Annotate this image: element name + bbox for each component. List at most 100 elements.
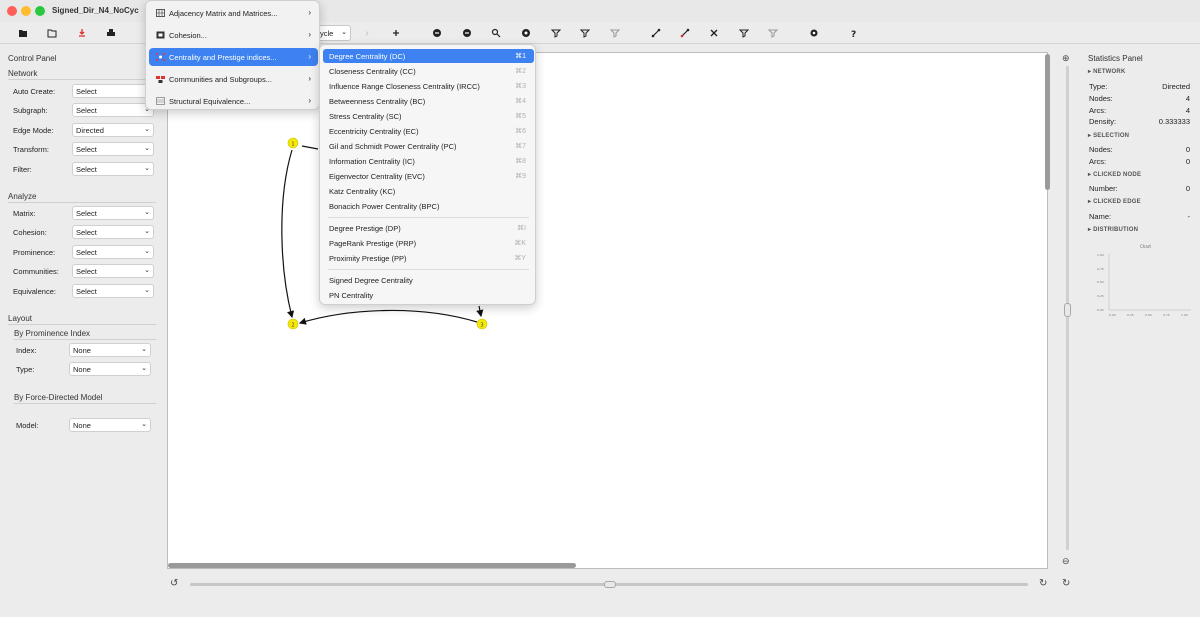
menu-item-pagerank-prestige[interactable]: PageRank Prestige (PRP) ⌘K: [323, 236, 534, 250]
save-button[interactable]: [74, 25, 90, 41]
menu-item-degree-prestige[interactable]: Degree Prestige (DP) ⌘I: [323, 221, 534, 235]
menu-item-katz-centrality[interactable]: Katz Centrality (KC): [323, 184, 534, 198]
distribution-heading: ▸ DISTRIBUTION: [1088, 227, 1139, 233]
menu-item-proximity-prestige[interactable]: Proximity Prestige (PP) ⌘Y: [323, 251, 534, 265]
edge-icon: [680, 28, 690, 38]
remove-node-button[interactable]: [429, 25, 445, 41]
chevron-right-icon: ›: [308, 8, 311, 17]
print-button[interactable]: [103, 25, 119, 41]
menu-item-pn-centrality[interactable]: PN Centrality: [323, 288, 534, 302]
open-file-button[interactable]: [44, 25, 60, 41]
find-node-button[interactable]: [488, 25, 504, 41]
y-tick-label: 0.50: [1097, 280, 1104, 284]
menu-item-stress-centrality[interactable]: Stress Centrality (SC) ⌘5: [323, 109, 534, 123]
reset-icon[interactable]: ↻: [1062, 578, 1070, 589]
layout-cycle-select[interactable]: ycle ⌄: [315, 25, 351, 41]
menu-item-label: Influence Range Closeness Centrality (IR…: [329, 82, 480, 91]
cohesion-select[interactable]: Select ⌄: [72, 225, 154, 239]
transform-select[interactable]: Select ⌄: [72, 142, 154, 156]
menu-item-centrality-prestige[interactable]: Centrality and Prestige indices... ›: [149, 48, 318, 66]
graph-canvas[interactable]: [167, 52, 1048, 569]
canvas-vertical-scrollbar[interactable]: [1045, 52, 1051, 569]
rotation-slider-knob[interactable]: [604, 581, 616, 588]
filter-nodes-button[interactable]: [548, 25, 564, 41]
equivalence-select[interactable]: Select ⌄: [72, 284, 154, 298]
filter-clear-button[interactable]: [607, 25, 623, 41]
filter-icon: [739, 29, 749, 38]
settings-button[interactable]: [806, 25, 822, 41]
edge-tools-button[interactable]: [706, 25, 722, 41]
menu-item-information-centrality[interactable]: Information Centrality (IC) ⌘8: [323, 154, 534, 168]
filter-select[interactable]: Select ⌄: [72, 162, 154, 176]
menu-item-degree-centrality[interactable]: Degree Centrality (DC) ⌘1: [323, 49, 534, 63]
canvas-horizontal-scrollbar[interactable]: [168, 563, 1048, 568]
new-file-button[interactable]: [15, 25, 31, 41]
edge-filter-button[interactable]: [736, 25, 752, 41]
edge-icon: [651, 28, 661, 38]
menu-item-bonacich-power-centrality[interactable]: Bonacich Power Centrality (BPC): [323, 199, 534, 213]
zoom-out-icon[interactable]: ⊖: [1062, 556, 1070, 567]
model-select[interactable]: None ⌄: [69, 418, 151, 432]
scrollbar-thumb[interactable]: [1045, 54, 1050, 190]
control-panel-title: Control Panel: [8, 54, 57, 63]
edge-filter-clear-button[interactable]: [765, 25, 781, 41]
filter-edges-button[interactable]: [577, 25, 593, 41]
scrollbar-thumb[interactable]: [168, 563, 576, 568]
arcs-stat-label: Arcs:: [1089, 106, 1107, 115]
edge-weight-button[interactable]: [677, 25, 693, 41]
filter-icon: [768, 29, 778, 38]
menu-item-signed-degree-centrality[interactable]: Signed Degree Centrality: [323, 273, 534, 287]
clicked-node-number-value: 0: [1185, 184, 1190, 193]
menu-item-eigenvector-centrality[interactable]: Eigenvector Centrality (EVC) ⌘9: [323, 169, 534, 183]
zoom-window-button[interactable]: [35, 6, 45, 16]
close-window-button[interactable]: [7, 6, 17, 16]
statistics-panel-title: Statistics Panel: [1088, 54, 1143, 63]
zoom-in-icon[interactable]: ⊕: [1062, 53, 1070, 64]
subgraph-select[interactable]: Select ⌄: [72, 103, 154, 117]
search-icon: [491, 28, 501, 38]
subgraph-value: Select: [76, 106, 97, 115]
help-button[interactable]: ?: [847, 25, 863, 41]
menu-item-power-centrality[interactable]: Gil and Schmidt Power Centrality (PC) ⌘7: [323, 139, 534, 153]
shortcut-label: ⌘4: [515, 98, 526, 105]
add-node-button[interactable]: [388, 25, 404, 41]
shortcut-label: ⌘K: [514, 240, 526, 247]
prominence-select[interactable]: Select ⌄: [72, 245, 154, 259]
menu-item-label: Proximity Prestige (PP): [329, 254, 407, 263]
edge-mode-select[interactable]: Directed ⌄: [72, 123, 154, 137]
edge-mode-value: Directed: [76, 126, 104, 135]
menu-item-influence-range-closeness[interactable]: Influence Range Closeness Centrality (IR…: [323, 79, 534, 93]
menu-item-betweenness-centrality[interactable]: Betweenness Centrality (BC) ⌘4: [323, 94, 534, 108]
next-button[interactable]: ›: [359, 25, 375, 41]
minus-circle-icon: [463, 29, 471, 37]
add-edge-button[interactable]: [648, 25, 664, 41]
index-label: Index:: [16, 346, 37, 355]
minimize-window-button[interactable]: [21, 6, 31, 16]
menu-item-communities[interactable]: Communities and Subgroups... ›: [149, 70, 318, 88]
y-tick-label: 1.00: [1097, 253, 1104, 257]
download-icon: [79, 29, 85, 37]
node-properties-button[interactable]: [518, 25, 534, 41]
chevron-down-icon: ⌄: [141, 365, 147, 372]
rotate-left-icon[interactable]: ↺: [170, 578, 178, 589]
menu-separator: [328, 269, 529, 270]
selected-nodes-label: Nodes:: [1089, 145, 1113, 154]
shortcut-label: ⌘6: [515, 128, 526, 135]
index-select[interactable]: None ⌄: [69, 343, 151, 357]
menu-item-structural-equivalence[interactable]: Structural Equivalence... ›: [149, 92, 318, 110]
communities-select[interactable]: Select ⌄: [72, 264, 154, 278]
menu-item-cohesion[interactable]: Cohesion... ›: [149, 26, 318, 44]
auto-create-select[interactable]: Select⌄: [72, 84, 154, 98]
remove-edge-button[interactable]: [459, 25, 475, 41]
matrix-select[interactable]: Select ⌄: [72, 206, 154, 220]
menu-item-adjacency-matrix[interactable]: Adjacency Matrix and Matrices... ›: [149, 4, 318, 22]
menu-item-closeness-centrality[interactable]: Closeness Centrality (CC) ⌘2: [323, 64, 534, 78]
zoom-slider-knob[interactable]: [1064, 303, 1071, 317]
menu-item-eccentricity-centrality[interactable]: Eccentricity Centrality (EC) ⌘6: [323, 124, 534, 138]
shortcut-label: ⌘I: [517, 225, 526, 232]
divider: [8, 202, 156, 203]
x-tick-label: 0.00: [1109, 313, 1116, 317]
type-select[interactable]: None ⌄: [69, 362, 151, 376]
rotate-right-icon[interactable]: ↻: [1039, 578, 1047, 589]
clicked-edge-heading: ▸ CLICKED EDGE: [1088, 199, 1141, 205]
